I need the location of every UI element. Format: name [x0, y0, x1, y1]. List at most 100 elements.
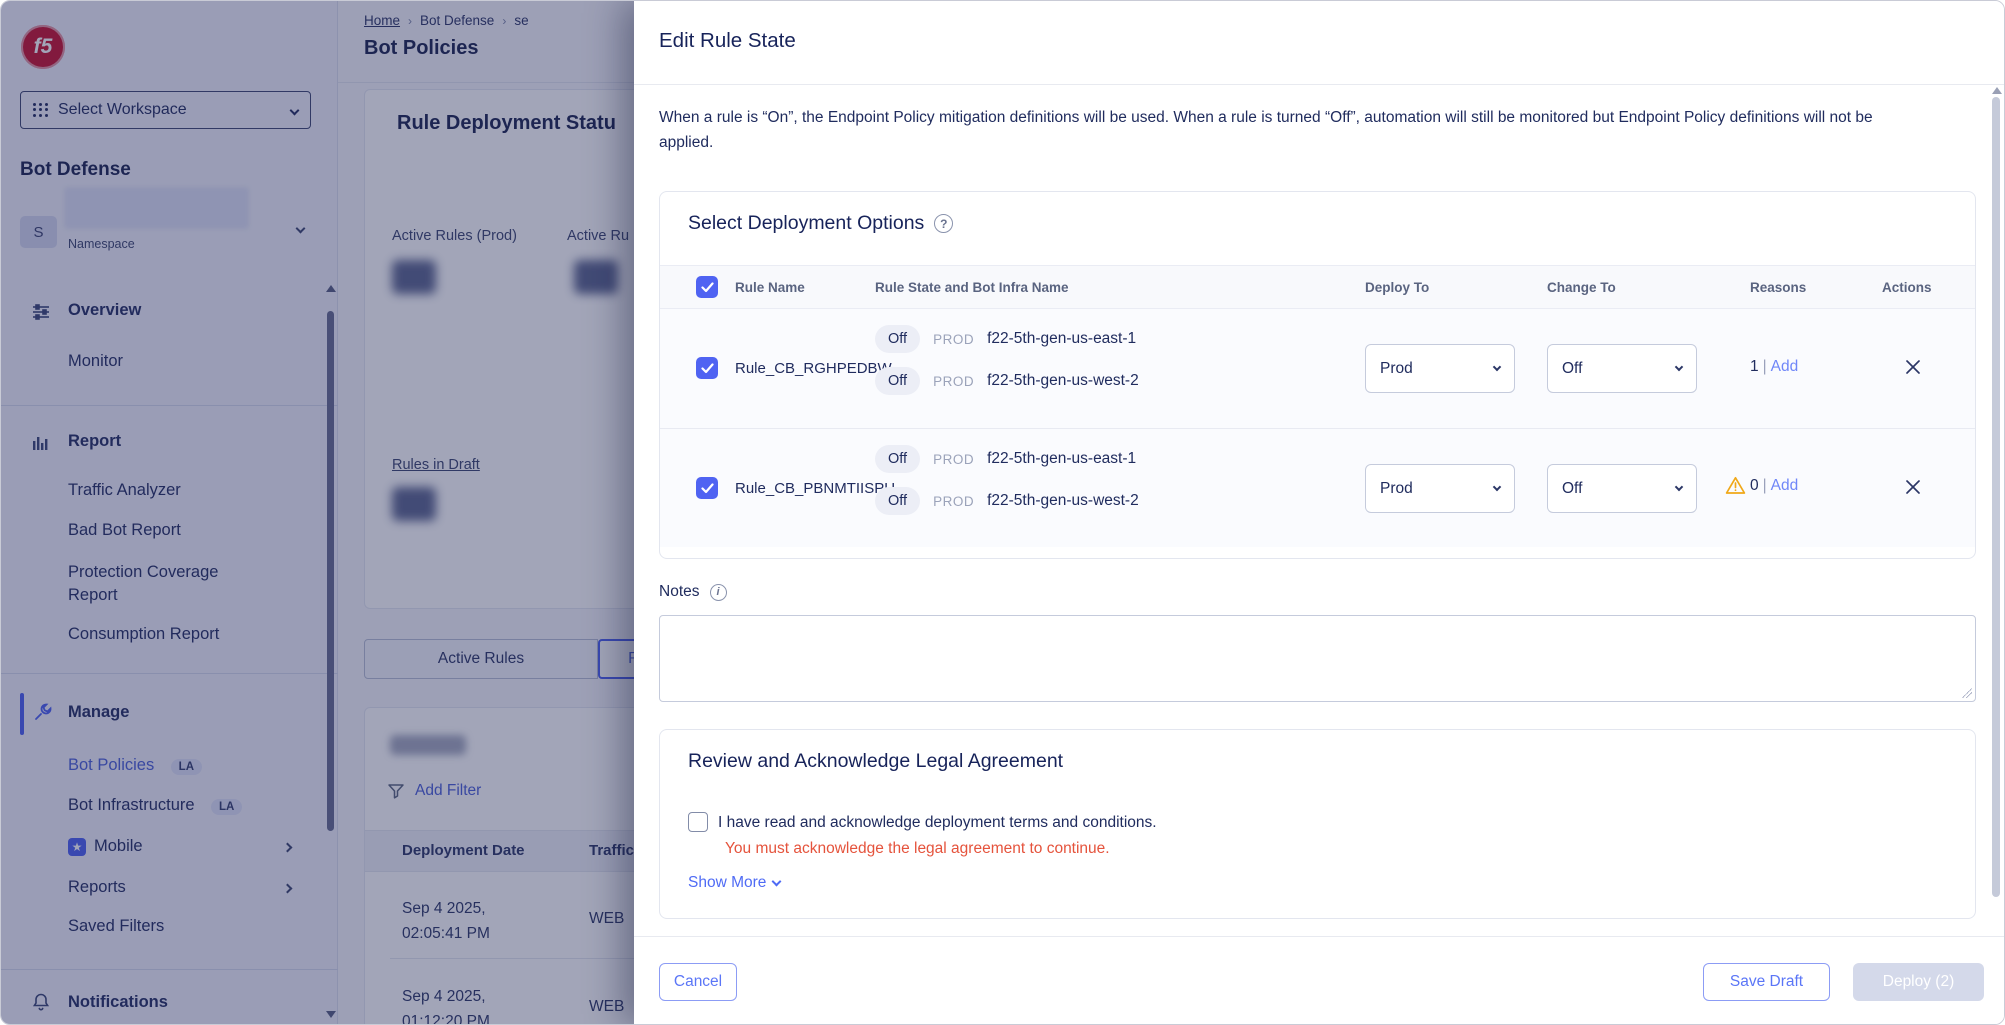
reasons-cell: 0 | Add [1725, 476, 1798, 495]
deployment-date-line2: 01:12:20 PM [402, 1009, 490, 1025]
sidebar-item-bot-infrastructure[interactable]: Bot Infrastructure LA [68, 796, 242, 815]
deployment-options-title: Select Deployment Options [688, 212, 924, 235]
deploy-to-select[interactable]: Prod [1365, 344, 1515, 393]
show-more-link[interactable]: Show More [688, 874, 780, 892]
workspace-grid-icon [33, 103, 48, 118]
deployment-date-line2: 02:05:41 PM [402, 921, 490, 946]
rules-in-draft-value-redacted [392, 487, 436, 521]
reasons-count: 0 [1750, 477, 1759, 495]
panel-scroll-up-arrow[interactable] [1992, 87, 2002, 94]
sidebar-item-monitor[interactable]: Monitor [68, 352, 123, 371]
app-window: f5 Select Workspace Bot Defense S Namesp… [0, 0, 2005, 1025]
stat-active-rules-prod-value-redacted [392, 260, 436, 294]
notes-textarea[interactable] [659, 615, 1976, 702]
save-draft-button[interactable]: Save Draft [1703, 963, 1830, 1001]
workspace-selector-label: Select Workspace [58, 101, 281, 119]
sidebar-scroll-down-arrow[interactable] [326, 1011, 336, 1018]
sidebar-scroll-up-arrow[interactable] [326, 285, 336, 292]
change-to-select[interactable]: Off [1547, 464, 1697, 513]
row-checkbox[interactable] [696, 357, 718, 379]
deploy-to-select[interactable]: Prod [1365, 464, 1515, 513]
stat-active-rules-2-value-redacted [574, 260, 618, 294]
change-to-value: Off [1562, 360, 1582, 378]
deployment-date-line1: Sep 4 2025, [402, 984, 490, 1009]
resize-handle[interactable] [1962, 688, 1972, 698]
infra-line: Off PROD f22-5th-gen-us-west-2 [875, 487, 1139, 515]
edit-rule-state-panel: Edit Rule State When a rule is “On”, the… [634, 1, 2005, 1025]
rule-state-pill: Off [875, 367, 920, 395]
chevron-down-icon [772, 876, 782, 886]
col-rule-name: Rule Name [735, 280, 805, 295]
mobile-label: Mobile [94, 837, 143, 856]
sidebar-item-consumption-report[interactable]: Consumption Report [68, 625, 219, 644]
sidebar-item-report[interactable]: Report [68, 432, 121, 451]
table-row-traffic: WEB [589, 906, 624, 931]
col-actions: Actions [1882, 280, 1932, 295]
bot-infrastructure-label: Bot Infrastructure [68, 796, 195, 814]
remove-row-icon[interactable] [1905, 479, 1921, 495]
sidebar-item-bad-bot-report[interactable]: Bad Bot Report [68, 521, 181, 540]
select-all-checkbox[interactable] [696, 276, 718, 298]
namespace-chevron-icon[interactable] [296, 224, 306, 234]
chevron-down-icon [290, 105, 300, 115]
help-icon[interactable] [934, 214, 953, 233]
sidebar-item-reports[interactable]: Reports [68, 878, 126, 897]
deploy-label: Deploy (2) [1883, 973, 1955, 991]
add-reason-link[interactable]: Add [1771, 358, 1799, 376]
sidebar-item-protection-coverage-report[interactable]: Protection Coverage Report [68, 561, 268, 607]
row-checkbox[interactable] [696, 477, 718, 499]
sidebar-item-bot-policies[interactable]: Bot Policies LA [68, 756, 202, 775]
workspace-selector[interactable]: Select Workspace [20, 91, 311, 129]
rules-in-draft-link[interactable]: Rules in Draft [392, 457, 480, 473]
sidebar-item-traffic-analyzer[interactable]: Traffic Analyzer [68, 481, 181, 500]
mobile-star-icon: ★ [68, 838, 86, 856]
namespace-redacted-value [64, 187, 249, 229]
sidebar-item-notifications[interactable]: Notifications [68, 993, 168, 1012]
legal-checkbox[interactable] [688, 812, 708, 832]
rule-state-pill: Off [875, 325, 920, 353]
sidebar-item-mobile[interactable]: ★ Mobile [68, 837, 143, 856]
env-label: PROD [933, 374, 974, 389]
col-deploy-to: Deploy To [1365, 280, 1429, 295]
sidebar-item-overview[interactable]: Overview [68, 301, 141, 320]
breadcrumb: Home›Bot Defense›se [364, 13, 529, 28]
add-reason-link[interactable]: Add [1771, 477, 1799, 495]
bg-col-traffic: Traffic [589, 842, 634, 859]
add-filter-button[interactable]: Add Filter [387, 782, 481, 800]
legal-agreement-card: Review and Acknowledge Legal Agreement I… [659, 729, 1976, 919]
checkbox-check-icon [701, 483, 714, 494]
item-count-redacted [390, 735, 466, 755]
info-icon[interactable] [710, 584, 727, 601]
change-to-select[interactable]: Off [1547, 344, 1697, 393]
env-label: PROD [933, 452, 974, 467]
namespace-avatar-letter: S [33, 224, 43, 241]
active-section-indicator [20, 693, 24, 735]
infra-name: f22-5th-gen-us-east-1 [987, 330, 1136, 348]
panel-scrollbar[interactable] [1992, 97, 2000, 897]
f5-logo-text: f5 [34, 35, 53, 59]
infra-line: Off PROD f22-5th-gen-us-east-1 [875, 445, 1136, 473]
la-badge: LA [211, 799, 242, 815]
sidebar-scrollbar[interactable] [327, 311, 334, 831]
breadcrumb-home-link[interactable]: Home [364, 13, 400, 28]
cancel-button[interactable]: Cancel [659, 963, 737, 1001]
tab-active-rules-label: Active Rules [438, 650, 524, 668]
table-row-traffic: WEB [589, 994, 624, 1019]
notifications-bell-icon [31, 992, 51, 1012]
deployment-options-card: Select Deployment Options Rule Name Rule… [659, 191, 1976, 559]
breadcrumb-bot-defense[interactable]: Bot Defense [420, 13, 494, 28]
deploy-button[interactable]: Deploy (2) [1853, 963, 1984, 1001]
legal-checkbox-label[interactable]: I have read and acknowledge deployment t… [718, 814, 1157, 832]
panel-title: Edit Rule State [659, 29, 796, 53]
infra-line: Off PROD f22-5th-gen-us-west-2 [875, 367, 1139, 395]
chevron-down-icon [1493, 363, 1501, 371]
stat-active-rules-prod-label: Active Rules (Prod) [392, 228, 517, 244]
remove-row-icon[interactable] [1905, 359, 1921, 375]
tab-active-rules[interactable]: Active Rules [364, 639, 598, 679]
sidebar-item-manage[interactable]: Manage [68, 703, 129, 722]
sidebar-item-saved-filters[interactable]: Saved Filters [68, 917, 164, 936]
overview-icon [31, 302, 51, 322]
f5-logo[interactable]: f5 [21, 25, 65, 69]
rule-row: Rule_CB_PBNMTIISPU Off PROD f22-5th-gen-… [660, 428, 1975, 547]
namespace-label: Namespace [68, 237, 135, 251]
